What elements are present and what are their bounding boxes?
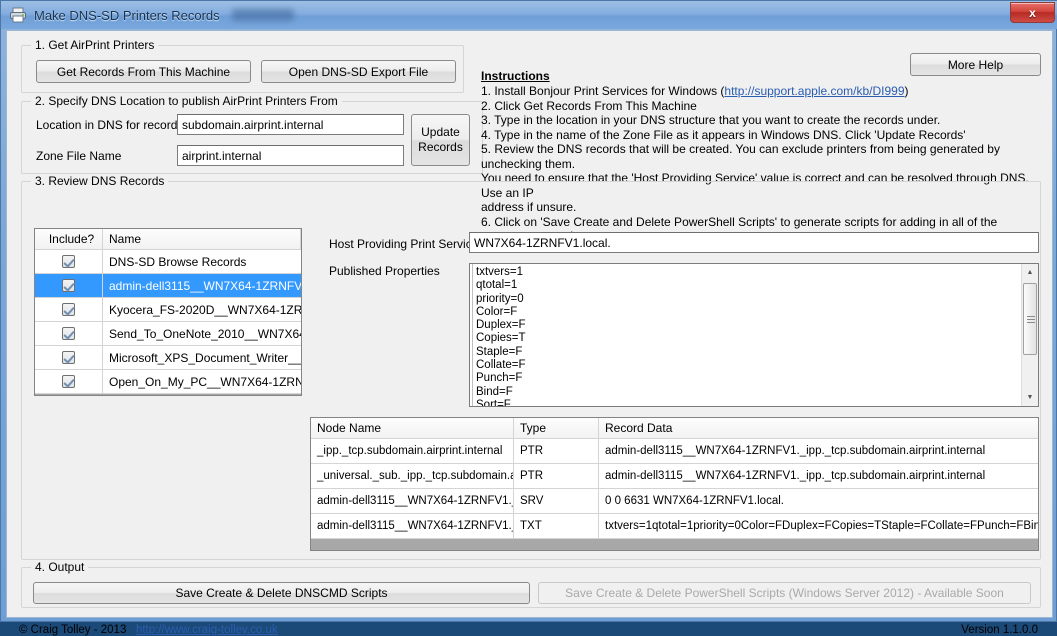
save-dnscmd-scripts-button[interactable]: Save Create & Delete DNSCMD Scripts bbox=[33, 582, 530, 604]
author-website-link[interactable]: http://www.craig-tolley.co.uk bbox=[136, 624, 278, 636]
get-records-from-machine-button[interactable]: Get Records From This Machine bbox=[36, 60, 251, 83]
instruction-line-1: 1. Install Bonjour Print Services for Wi… bbox=[481, 84, 1041, 99]
table-row[interactable]: _ipp._tcp.subdomain.airprint.internal PTR… bbox=[311, 439, 1038, 464]
group-specify-dns-location: 2. Specify DNS Location to publish AirPr… bbox=[21, 94, 483, 174]
redacted-title-suffix bbox=[231, 9, 294, 21]
header-include: Include? bbox=[35, 229, 103, 249]
printer-name-cell: Open_On_My_PC__WN7X64-1ZRNFV1 bbox=[109, 374, 301, 389]
include-checkbox[interactable] bbox=[62, 279, 75, 292]
printer-list-item[interactable]: Open_On_My_PC__WN7X64-1ZRNFV1 bbox=[35, 370, 301, 394]
footer-left: © Craig Tolley - 2013 http://www.craig-t… bbox=[19, 624, 278, 636]
include-checkbox[interactable] bbox=[62, 351, 75, 364]
record-data-cell: txtvers=1qtotal=1priority=0Color=FDuplex… bbox=[605, 520, 1038, 532]
record-type-cell: SRV bbox=[514, 489, 599, 513]
include-checkbox[interactable] bbox=[62, 303, 75, 316]
records-grid-header: Node Name Type Record Data bbox=[311, 418, 1038, 439]
include-checkbox[interactable] bbox=[62, 375, 75, 388]
header-node-name: Node Name bbox=[311, 418, 514, 438]
update-records-line1: Update bbox=[421, 125, 460, 139]
printer-list-item[interactable]: Send_To_OneNote_2010__WN7X64-1Z... bbox=[35, 322, 301, 346]
group3-legend: 3. Review DNS Records bbox=[31, 174, 169, 188]
group-get-airprint-printers: 1. Get AirPrint Printers Get Records Fro… bbox=[21, 38, 464, 93]
record-data-cell: 0 0 6631 WN7X64-1ZRNFV1.local. bbox=[605, 495, 784, 507]
printer-list-item[interactable]: DNS-SD Browse Records bbox=[35, 250, 301, 274]
printer-include-cell[interactable] bbox=[35, 298, 103, 321]
zone-file-input[interactable]: airprint.internal bbox=[177, 145, 404, 166]
printer-list-item[interactable]: Kyocera_FS-2020D__WN7X64-1ZRNFV1 bbox=[35, 298, 301, 322]
instruction-line-4: 4. Type in the name of the Zone File as … bbox=[481, 127, 966, 142]
record-type-cell: PTR bbox=[514, 439, 599, 463]
printer-list-rows: DNS-SD Browse Records admin-dell3115__WN7… bbox=[35, 250, 301, 394]
instruction-line-1-close: ) bbox=[904, 84, 909, 98]
group2-legend: 2. Specify DNS Location to publish AirPr… bbox=[31, 94, 342, 108]
header-name: Name bbox=[103, 229, 301, 249]
record-data-cell: admin-dell3115__WN7X64-1ZRNFV1._ipp._tcp… bbox=[605, 470, 986, 482]
properties-scrollbar[interactable]: ▲ ▼ bbox=[1021, 264, 1038, 406]
scroll-down-arrow-icon[interactable]: ▼ bbox=[1022, 389, 1038, 406]
printer-name-cell: Microsoft_XPS_Document_Writer__WN7... bbox=[109, 350, 301, 365]
records-grid-rows: _ipp._tcp.subdomain.airprint.internal PTR… bbox=[311, 439, 1038, 539]
client-area: 1. Get AirPrint Printers Get Records Fro… bbox=[6, 30, 1053, 636]
published-properties-text[interactable]: txtvers=1 qtotal=1 priority=0 Color=F Du… bbox=[472, 264, 1021, 406]
printer-list[interactable]: Include? Name DNS-SD Browse Records admin… bbox=[34, 228, 302, 396]
printer-list-item[interactable]: admin-dell3115__WN7X64-1ZRNFV1 bbox=[35, 274, 301, 298]
close-button[interactable]: x bbox=[1010, 2, 1055, 23]
table-row[interactable]: admin-dell3115__WN7X64-1ZRNFV1._ip...TXT… bbox=[311, 514, 1038, 539]
printer-icon bbox=[9, 7, 27, 23]
instruction-line-3: 3. Type in the location in your DNS stru… bbox=[481, 113, 941, 127]
scrollbar-grip-icon bbox=[1027, 316, 1035, 323]
header-record-data: Record Data bbox=[605, 421, 673, 435]
printer-name-cell: Send_To_OneNote_2010__WN7X64-1Z... bbox=[109, 326, 301, 341]
instruction-line-1-text: 1. Install Bonjour Print Services for Wi… bbox=[481, 84, 725, 98]
record-type-cell: PTR bbox=[514, 464, 599, 488]
more-help-button[interactable]: More Help bbox=[910, 53, 1041, 76]
printer-include-cell[interactable] bbox=[35, 370, 103, 393]
update-records-line2: Records bbox=[418, 140, 463, 154]
scrollbar-thumb[interactable] bbox=[1023, 283, 1037, 355]
version-label: Version 1.1.0.0 bbox=[961, 624, 1038, 636]
update-records-button[interactable]: Update Records bbox=[411, 114, 470, 166]
instruction-line-5: 5. Review the DNS records that will be c… bbox=[481, 142, 1000, 171]
open-dnssd-export-file-button[interactable]: Open DNS-SD Export File bbox=[261, 60, 456, 83]
record-node-cell: _ipp._tcp.subdomain.airprint.internal bbox=[311, 439, 514, 463]
printer-name-cell: Kyocera_FS-2020D__WN7X64-1ZRNFV1 bbox=[109, 302, 301, 317]
location-input[interactable]: subdomain.airprint.internal bbox=[177, 114, 404, 135]
printer-include-cell[interactable] bbox=[35, 274, 103, 297]
table-row[interactable]: _universal._sub._ipp._tcp.subdomain.airp… bbox=[311, 464, 1038, 489]
printer-name-cell: admin-dell3115__WN7X64-1ZRNFV1 bbox=[109, 278, 301, 293]
location-label: Location in DNS for records bbox=[36, 118, 184, 132]
dns-records-grid[interactable]: Node Name Type Record Data _ipp._tcp.sub… bbox=[310, 417, 1039, 551]
window-title: Make DNS-SD Printers Records bbox=[34, 7, 220, 23]
record-data-cell: admin-dell3115__WN7X64-1ZRNFV1._ipp._tcp… bbox=[605, 445, 986, 457]
published-properties-box[interactable]: txtvers=1 qtotal=1 priority=0 Color=F Du… bbox=[469, 263, 1039, 407]
host-providing-label: Host Providing Print Service bbox=[329, 237, 479, 251]
title-bar: Make DNS-SD Printers Records x bbox=[1, 1, 1057, 29]
printer-name-cell: DNS-SD Browse Records bbox=[109, 254, 247, 269]
printer-include-cell[interactable] bbox=[35, 250, 103, 273]
host-providing-input[interactable]: WN7X64-1ZRNFV1.local. bbox=[469, 232, 1039, 253]
instruction-line-2: 2. Click Get Records From This Machine bbox=[481, 98, 697, 113]
scroll-up-arrow-icon[interactable]: ▲ bbox=[1022, 264, 1038, 281]
zone-file-label: Zone File Name bbox=[36, 149, 122, 163]
printer-list-header: Include? Name bbox=[35, 229, 301, 250]
include-checkbox[interactable] bbox=[62, 255, 75, 268]
copyright-text: © Craig Tolley - 2013 bbox=[19, 624, 127, 636]
bonjour-link[interactable]: http://support.apple.com/kb/DI999 bbox=[724, 84, 904, 98]
group1-legend: 1. Get AirPrint Printers bbox=[31, 38, 159, 52]
include-checkbox[interactable] bbox=[62, 327, 75, 340]
application-window: Make DNS-SD Printers Records x 1. Get Ai… bbox=[0, 0, 1057, 636]
published-properties-label: Published Properties bbox=[329, 264, 440, 278]
record-node-cell: admin-dell3115__WN7X64-1ZRNFV1._ip... bbox=[311, 514, 514, 538]
record-node-cell: _universal._sub._ipp._tcp.subdomain.airp… bbox=[311, 464, 514, 488]
header-type: Type bbox=[514, 418, 599, 438]
group-output: 4. Output Save Create & Delete DNSCMD Sc… bbox=[21, 560, 1041, 608]
printer-include-cell[interactable] bbox=[35, 322, 103, 345]
record-type-cell: TXT bbox=[514, 514, 599, 538]
save-powershell-scripts-button: Save Create & Delete PowerShell Scripts … bbox=[538, 582, 1031, 604]
group4-legend: 4. Output bbox=[31, 560, 89, 574]
printer-include-cell[interactable] bbox=[35, 346, 103, 369]
printer-list-item[interactable]: Microsoft_XPS_Document_Writer__WN7... bbox=[35, 346, 301, 370]
table-row[interactable]: admin-dell3115__WN7X64-1ZRNFV1._ip...SRV… bbox=[311, 489, 1038, 514]
record-node-cell: admin-dell3115__WN7X64-1ZRNFV1._ip... bbox=[311, 489, 514, 513]
